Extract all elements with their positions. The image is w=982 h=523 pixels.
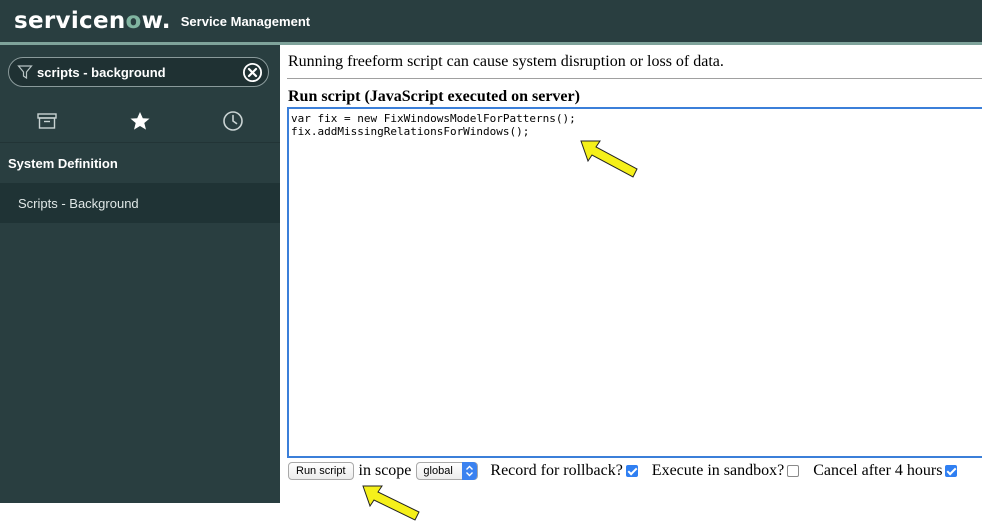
rollback-checkbox[interactable] <box>625 465 638 477</box>
tab-history[interactable] <box>187 100 280 142</box>
archive-icon <box>36 113 57 129</box>
tab-favorites[interactable] <box>93 100 186 142</box>
tab-all-applications[interactable] <box>0 100 93 142</box>
warning-text: Running freeform script can cause system… <box>288 53 724 70</box>
cancel-label: Cancel after 4 hours <box>813 462 943 479</box>
navigator-filter[interactable] <box>8 57 269 87</box>
run-script-button[interactable]: Run script <box>288 462 354 480</box>
product-name: Service Management <box>180 13 311 29</box>
application-system-definition[interactable]: System Definition <box>0 145 280 182</box>
divider <box>287 78 982 79</box>
cancel-checkbox[interactable] <box>945 465 958 477</box>
filter-input[interactable] <box>37 64 237 80</box>
module-scripts-background[interactable]: Scripts - Background <box>0 183 280 223</box>
clock-icon <box>223 111 244 131</box>
annotation-arrow-icon <box>580 140 638 178</box>
select-arrows-icon <box>462 462 478 480</box>
sandbox-label: Execute in sandbox? <box>651 462 785 479</box>
annotation-arrow-icon <box>362 485 420 521</box>
star-icon <box>130 112 150 130</box>
in-scope-label: in scope <box>358 462 412 479</box>
navigator-tabs <box>0 100 280 143</box>
filter-icon <box>17 65 33 80</box>
navigator-sidebar: System Definition Scripts - Background <box>0 45 280 503</box>
clear-filter-icon[interactable] <box>242 62 263 83</box>
run-controls: Run script in scope global Record for ro… <box>288 461 982 481</box>
run-script-heading: Run script (JavaScript executed on serve… <box>288 88 580 105</box>
scope-value: global <box>423 465 453 477</box>
top-header: servicenow. Service Management <box>0 0 982 42</box>
servicenow-logo[interactable]: servicenow. <box>14 9 171 33</box>
scope-select[interactable]: global <box>416 462 479 480</box>
sandbox-checkbox[interactable] <box>787 465 800 477</box>
rollback-label: Record for rollback? <box>490 462 623 479</box>
